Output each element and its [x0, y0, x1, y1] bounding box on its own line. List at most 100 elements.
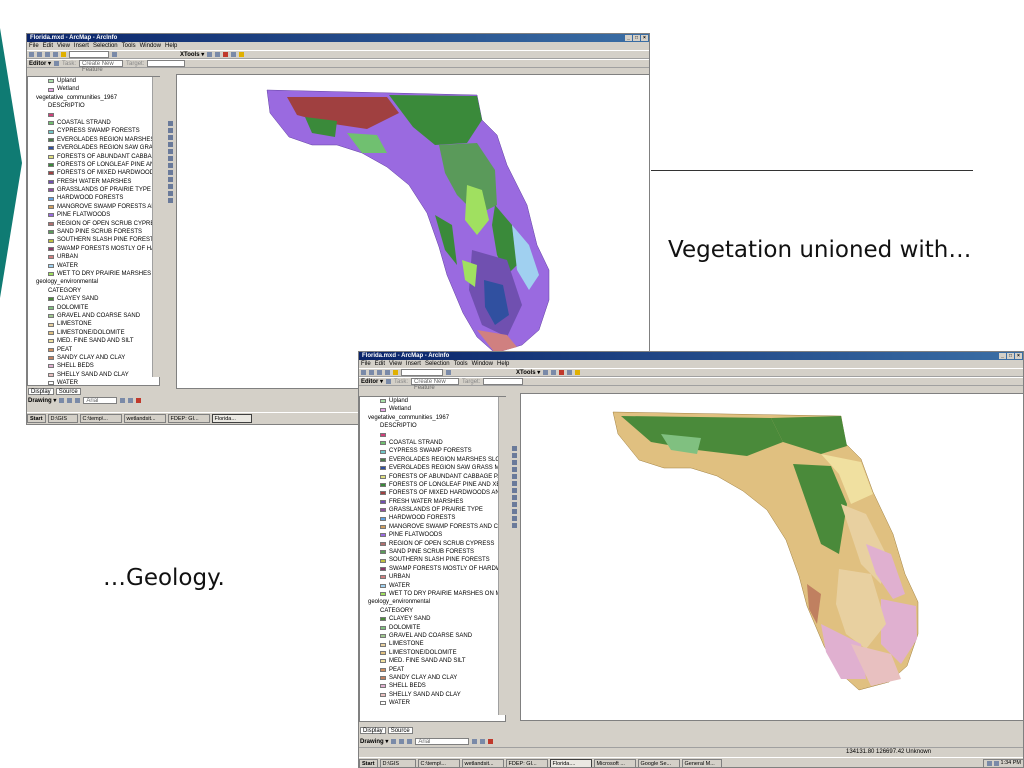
legend-item[interactable]: FORESTS OF ABUNDANT CABBAGE PALMS [28, 153, 159, 161]
rectangle-icon[interactable] [67, 398, 73, 403]
legend-swatch[interactable] [48, 171, 54, 176]
menu-file[interactable]: File [361, 360, 371, 368]
legend-item[interactable]: PINE FLATWOODS [28, 211, 159, 219]
maximize-button[interactable]: □ [1007, 353, 1014, 359]
taskbar-button-fdep[interactable]: FDEP: GI... [167, 414, 210, 423]
legend-swatch[interactable] [48, 213, 54, 218]
add-data-icon[interactable] [393, 370, 398, 375]
globe-icon[interactable] [511, 481, 517, 486]
legend-swatch[interactable] [380, 508, 386, 513]
legend-item[interactable]: Upland [28, 77, 159, 85]
taskbar-button-google[interactable]: Google Se... [637, 759, 680, 767]
legend-item[interactable]: MED. FINE SAND AND SILT [28, 337, 159, 345]
legend-item[interactable]: URBAN [28, 253, 159, 261]
legend-item[interactable]: FORESTS OF LONGLEAF PINE AND XEROPHYTIC [360, 481, 505, 489]
find-binoculars-icon[interactable] [167, 191, 173, 196]
zoom-in-icon[interactable] [167, 121, 173, 126]
legend-item[interactable]: WATER [360, 699, 505, 707]
xtools-icon-1[interactable] [543, 370, 549, 375]
target-dropdown[interactable] [483, 378, 524, 385]
legend-item[interactable]: EVERGLADES REGION SAW GRASS MARSHES [360, 464, 505, 472]
layer-geology[interactable]: geology_environmental [28, 278, 159, 286]
legend-swatch[interactable] [380, 642, 386, 647]
legend-item[interactable]: SHELLY SAND AND CLAY [360, 691, 505, 699]
xtools-icon-2[interactable] [215, 52, 221, 57]
menu-insert[interactable]: Insert [406, 360, 421, 368]
taskbar-button-wetlands[interactable]: wetlandsit... [123, 414, 166, 423]
legend-swatch[interactable] [380, 525, 386, 530]
legend-swatch[interactable] [48, 205, 54, 210]
legend-swatch[interactable] [48, 263, 54, 268]
menu-selection[interactable]: Selection [93, 42, 118, 50]
legend-item[interactable]: DOLOMITE [28, 304, 159, 312]
select-elements-icon[interactable] [59, 398, 65, 403]
open-icon[interactable] [369, 370, 374, 375]
zoom-in-icon[interactable] [511, 446, 517, 451]
select-arrow-icon[interactable] [511, 502, 517, 507]
legend-swatch[interactable] [380, 575, 386, 580]
minimize-button[interactable]: _ [999, 353, 1006, 359]
add-data-icon[interactable] [61, 52, 66, 57]
menu-window[interactable]: Window [472, 360, 493, 368]
legend-item[interactable]: LIMESTONE/DOLOMITE [28, 329, 159, 337]
legend-swatch[interactable] [380, 659, 386, 664]
legend-swatch[interactable] [380, 592, 386, 597]
print-icon[interactable] [53, 52, 58, 57]
legend-item[interactable]: CYPRESS SWAMP FORESTS [28, 127, 159, 135]
legend-swatch[interactable] [380, 617, 386, 622]
task-dropdown[interactable]: Create New Feature [79, 60, 124, 73]
legend-swatch[interactable] [380, 441, 386, 446]
legend-item[interactable]: PINE FLATWOODS [360, 531, 505, 539]
bold-icon[interactable] [472, 739, 478, 744]
menu-help[interactable]: Help [165, 42, 177, 50]
legend-item[interactable]: WATER [28, 262, 159, 270]
tray-icon[interactable] [986, 761, 992, 766]
menu-view[interactable]: View [57, 42, 70, 50]
forward-arrow-icon[interactable] [511, 495, 517, 500]
legend-item[interactable] [360, 431, 505, 439]
legend-swatch[interactable] [48, 137, 54, 142]
rectangle-icon[interactable] [399, 739, 405, 744]
tray-icon[interactable] [993, 761, 999, 766]
font-color-icon[interactable] [136, 398, 142, 403]
legend-swatch[interactable] [48, 121, 54, 126]
full-extent-icon[interactable] [167, 149, 173, 154]
legend-swatch[interactable] [380, 483, 386, 488]
legend-item[interactable]: SANDY CLAY AND CLAY [28, 354, 159, 362]
legend-swatch[interactable] [380, 558, 386, 563]
legend-item[interactable]: HARDWOOD FORESTS [28, 194, 159, 202]
fixed-zoom-icon[interactable] [511, 460, 517, 465]
xtools-icon-5[interactable] [239, 52, 245, 57]
legend-item[interactable]: SHELL BEDS [360, 682, 505, 690]
legend-item[interactable]: MANGROVE SWAMP FORESTS AND COASTAL [360, 523, 505, 531]
xtools-icon-4[interactable] [567, 370, 573, 375]
legend-item[interactable]: DOLOMITE [360, 624, 505, 632]
legend-item[interactable]: LIMESTONE [28, 320, 159, 328]
legend-item[interactable]: COASTAL STRAND [360, 439, 505, 447]
legend-item[interactable]: EVERGLADES REGION MARSHES SLOUGHS [28, 136, 159, 144]
new-icon[interactable] [29, 52, 34, 57]
editor-menu[interactable]: Editor ▾ [29, 60, 51, 67]
legend-item[interactable]: PEAT [28, 346, 159, 354]
map-view[interactable] [176, 74, 649, 389]
font-dropdown[interactable]: Arial [415, 738, 470, 745]
legend-item[interactable]: FRESH WATER MARSHES [28, 178, 159, 186]
xtools-icon-1[interactable] [207, 52, 213, 57]
new-icon[interactable] [361, 370, 366, 375]
legend-swatch[interactable] [48, 188, 54, 193]
legend-swatch[interactable] [48, 347, 54, 352]
scale-field[interactable] [401, 369, 443, 376]
legend-swatch[interactable] [380, 533, 386, 538]
legend-item[interactable]: MED. FINE SAND AND SILT [360, 657, 505, 665]
save-icon[interactable] [45, 52, 50, 57]
identify-icon[interactable] [167, 184, 173, 189]
xtools-menu[interactable]: XTools ▾ [180, 51, 204, 58]
legend-swatch[interactable] [48, 322, 54, 327]
legend-item[interactable]: SWAMP FORESTS MOSTLY OF HARDWOODS [28, 245, 159, 253]
title-bar[interactable]: Florida.mxd - ArcMap - ArcInfo _ □ × [359, 352, 1023, 360]
legend-item[interactable]: LIMESTONE/DOLOMITE [360, 649, 505, 657]
legend-item[interactable]: Wetland [28, 85, 159, 93]
legend-item[interactable]: GRAVEL AND COARSE SAND [28, 312, 159, 320]
legend-swatch[interactable] [380, 399, 386, 404]
measure-icon[interactable] [167, 198, 173, 203]
